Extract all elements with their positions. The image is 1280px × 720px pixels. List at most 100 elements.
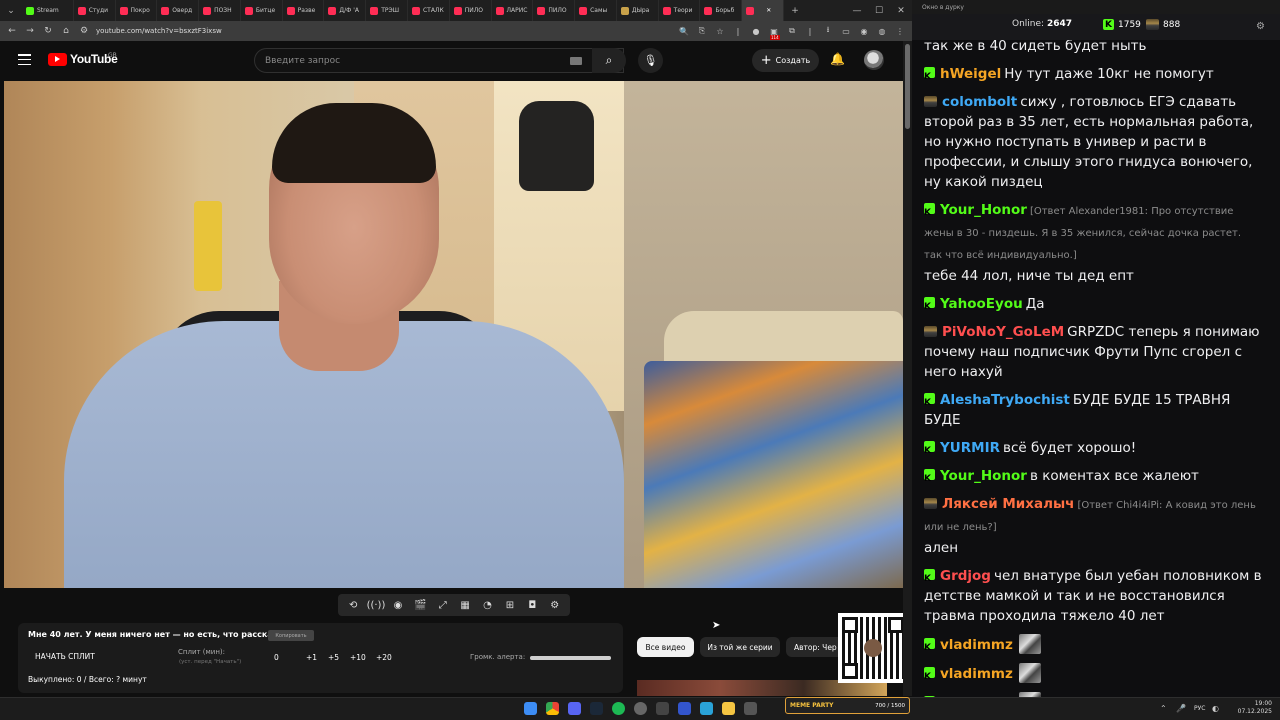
page-scrollbar[interactable] [903, 41, 912, 696]
add-20-button[interactable]: +20 [376, 653, 392, 662]
chat-username[interactable]: colombolt [942, 94, 1017, 110]
chat-settings-icon[interactable]: ⚙ [1256, 21, 1265, 32]
voice-search-button[interactable]: 🎙 [638, 48, 663, 73]
browser-tab[interactable]: ПИЛО [450, 0, 492, 21]
browser-tab[interactable]: ✕ [742, 0, 784, 21]
browser-tab[interactable]: Разве [283, 0, 325, 21]
frames-icon[interactable]: ▦ [456, 600, 474, 611]
settings-gear-icon[interactable]: ⚙ [546, 600, 564, 611]
browser-tab[interactable]: Д/Ф 'А [324, 0, 367, 21]
resize-icon[interactable]: ⤢ [434, 600, 452, 611]
language-indicator[interactable]: РУС [1194, 705, 1205, 712]
extensions-icon[interactable]: ⧉ [786, 26, 798, 36]
obs-icon[interactable] [634, 702, 647, 715]
app-icon[interactable] [744, 702, 757, 715]
browser-menu-icon[interactable]: ⋮ [894, 27, 906, 36]
notifications-bell-icon[interactable]: 🔔 [830, 52, 845, 66]
telegram-icon[interactable] [700, 702, 713, 715]
add-10-button[interactable]: +10 [350, 653, 366, 662]
app-icon[interactable] [656, 702, 669, 715]
chat-username[interactable]: hWeigel [940, 66, 1001, 82]
chat-username[interactable]: vladimmz [940, 637, 1013, 653]
screenshot-icon[interactable]: ◘ [523, 600, 541, 611]
folder-icon[interactable] [722, 702, 735, 715]
microphone-tray-icon[interactable]: 🎤 [1176, 704, 1186, 713]
discord-icon[interactable] [568, 702, 581, 715]
chat-username[interactable]: Grdjog [940, 568, 991, 584]
browser-tab[interactable]: СТАЛК [408, 0, 450, 21]
chrome-icon[interactable] [546, 702, 559, 715]
chip-all-videos[interactable]: Все видео [637, 637, 694, 657]
video-player[interactable] [4, 81, 903, 588]
browser-tab[interactable]: ПИЛО [533, 0, 576, 21]
sidebar-icon[interactable]: ▭ [840, 27, 852, 36]
chat-username[interactable]: Ляксей Михалыч [942, 496, 1074, 512]
split-minutes-value[interactable]: 0 [274, 653, 279, 662]
maximize-icon[interactable]: ☐ [868, 0, 890, 21]
close-tab-icon[interactable]: ✕ [766, 7, 771, 14]
browser-tab[interactable]: Покро [116, 0, 158, 21]
forward-icon[interactable]: → [24, 26, 36, 36]
speed-icon[interactable]: ◔ [479, 600, 497, 611]
broadcast-icon[interactable]: ((·)) [367, 600, 386, 611]
browser-tab[interactable]: Битце [241, 0, 283, 21]
copy-button[interactable]: Копировать [268, 630, 314, 641]
cast-icon[interactable]: ⎘ [696, 26, 708, 36]
keyboard-icon[interactable] [570, 57, 582, 65]
reload-icon[interactable]: ↻ [42, 26, 54, 36]
start-split-button[interactable]: НАЧАТЬ СПЛИТ [35, 652, 95, 661]
browser-tab[interactable]: Stream [22, 0, 74, 21]
chat-username[interactable]: vladimmz [940, 666, 1013, 682]
chat-username[interactable]: AleshaTrybochist [940, 392, 1070, 408]
browser-tab[interactable]: ДЫра [617, 0, 659, 21]
browser-tab[interactable]: Борьб [700, 0, 743, 21]
browser-tab[interactable]: Самы [575, 0, 617, 21]
browser-tab[interactable]: Теори [659, 0, 701, 21]
browser-tab[interactable]: ТРЭШ [366, 0, 408, 21]
add-5-button[interactable]: +5 [328, 653, 339, 662]
chat-username[interactable]: Your_Honor [940, 468, 1027, 484]
add-1-button[interactable]: +1 [306, 653, 317, 662]
page-scrollbar-thumb[interactable] [905, 44, 910, 129]
add-frame-icon[interactable]: ⊞ [501, 600, 519, 611]
chip-author[interactable]: Автор: Чер [786, 637, 846, 657]
download-icon[interactable]: ⭳ [822, 24, 834, 38]
chat-username[interactable]: Your_Honor [940, 202, 1027, 218]
profile-icon[interactable]: ◍ [876, 27, 888, 36]
meme-party-widget[interactable]: MEME PARTY 700 / 1500 [785, 697, 910, 714]
chat-scrollbar[interactable] [1270, 40, 1276, 695]
url-field[interactable]: youtube.com/watch?v=bsxztF3ixsw [96, 27, 672, 35]
browser-tab[interactable]: Оверд [157, 0, 200, 21]
search-button[interactable]: ⌕ [592, 48, 626, 73]
wifi-icon[interactable]: ◉ [858, 27, 870, 36]
zoom-icon[interactable]: 🔍 [678, 27, 690, 36]
avatar[interactable] [864, 50, 884, 70]
clapper-icon[interactable]: 🎬 [411, 600, 429, 611]
new-tab-icon[interactable]: + [784, 0, 806, 21]
tab-search-icon[interactable]: ⌄ [0, 0, 22, 21]
minimize-icon[interactable]: — [846, 0, 868, 21]
chat-username[interactable]: PiVoNoY_GoLeM [942, 324, 1064, 340]
browser-tab[interactable]: Студи [74, 0, 116, 21]
browser-tab[interactable]: ЛАРИС [492, 0, 534, 21]
extension-dot-icon[interactable]: ● [750, 27, 762, 36]
create-button[interactable]: + Создать [752, 49, 819, 72]
home-icon[interactable]: ⌂ [60, 26, 72, 36]
player-icon[interactable] [678, 702, 691, 715]
back-icon[interactable]: ← [6, 26, 18, 36]
loop-icon[interactable]: ⟲ [344, 600, 362, 611]
start-menu-icon[interactable] [524, 702, 537, 715]
tray-chevron-icon[interactable]: ⌃ [1160, 704, 1167, 713]
steam-icon[interactable] [590, 702, 603, 715]
search-input[interactable]: Введите запрос [254, 48, 624, 73]
bookmark-star-icon[interactable]: ☆ [714, 27, 726, 36]
eye-icon[interactable]: ◉ [389, 600, 407, 611]
chip-same-series[interactable]: Из той же серии [700, 637, 780, 657]
browser-tab[interactable]: ПОЗН [199, 0, 241, 21]
extension-badge-icon[interactable]: ▣ 114 [768, 27, 780, 40]
spotify-icon[interactable] [612, 702, 625, 715]
chat-username[interactable]: YURMIR [940, 440, 1000, 456]
clock[interactable]: 19:00 07.12.2025 [1222, 700, 1272, 716]
chat-username[interactable]: YahooEyou [940, 296, 1023, 312]
close-window-icon[interactable]: ✕ [890, 0, 912, 21]
